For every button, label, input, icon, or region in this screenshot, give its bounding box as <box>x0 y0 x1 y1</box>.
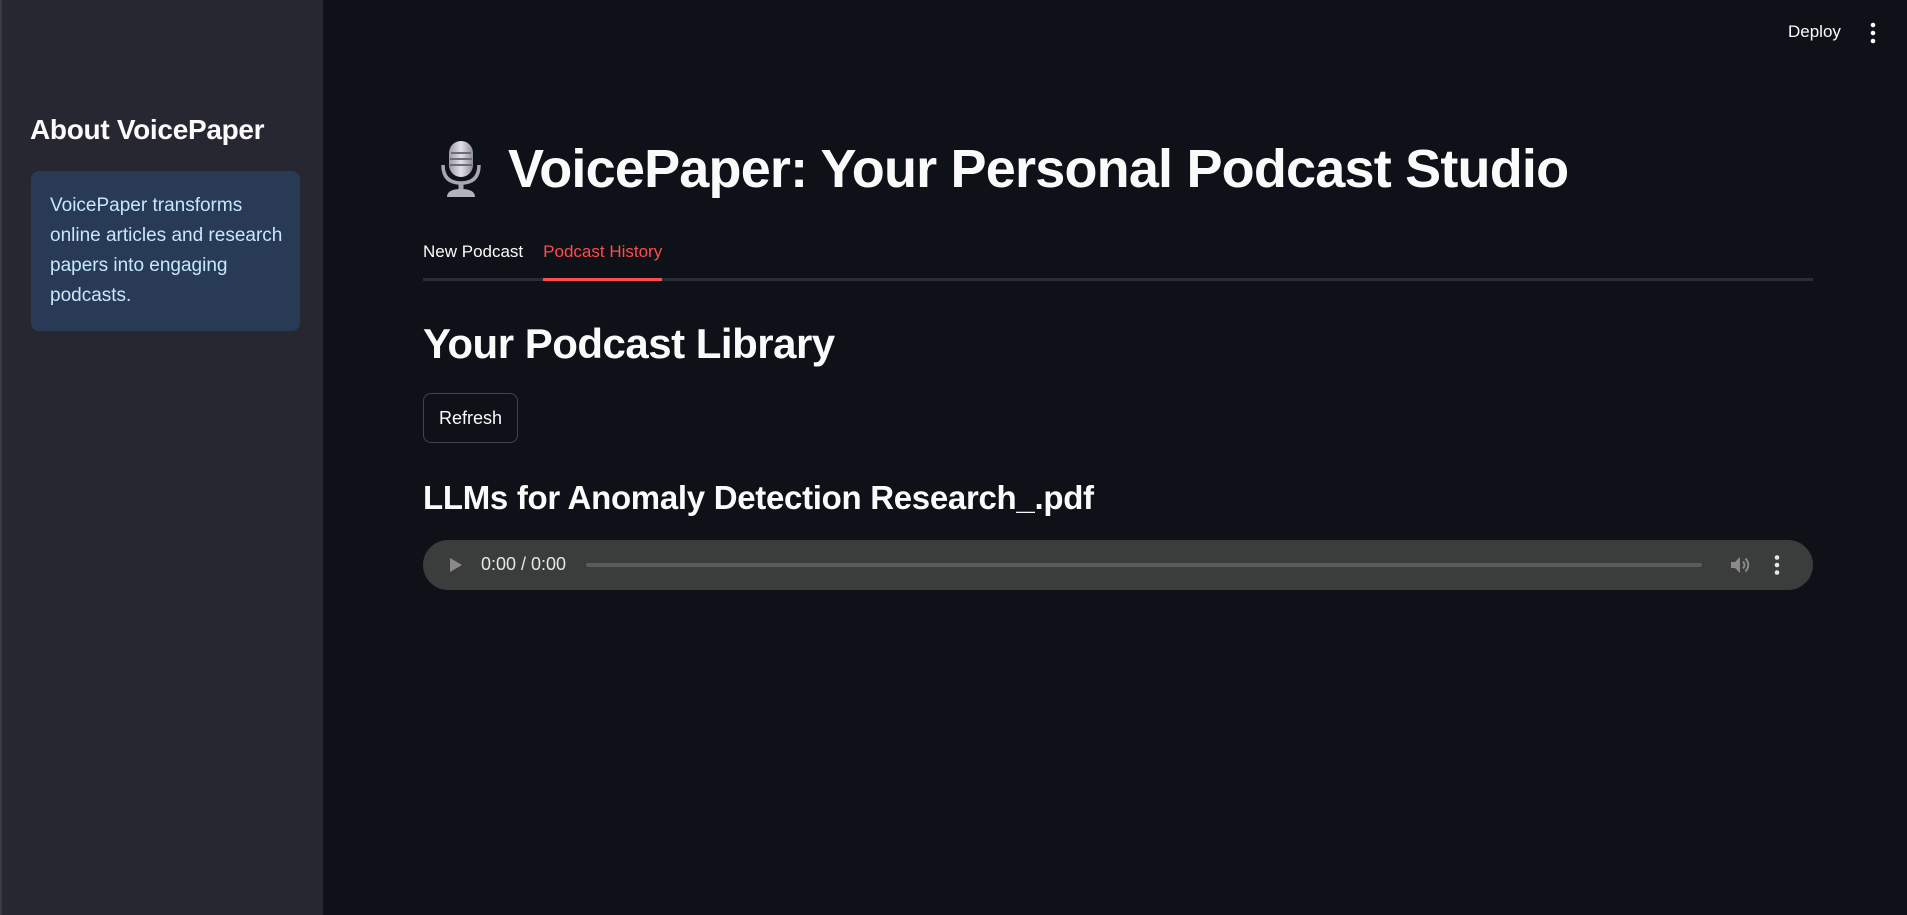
refresh-button[interactable]: Refresh <box>423 393 518 443</box>
sidebar: About VoicePaper VoicePaper transforms o… <box>0 0 323 915</box>
podcast-file-title: LLMs for Anomaly Detection Research_.pdf <box>423 479 1094 516</box>
info-box: VoicePaper transforms online articles an… <box>31 171 300 331</box>
audio-time-display: 0:00 / 0:00 <box>481 554 567 574</box>
main-content: VoicePaper: Your Personal Podcast Studio… <box>423 0 1813 915</box>
volume-icon[interactable] <box>1730 555 1752 575</box>
section-title: Your Podcast Library <box>423 320 835 367</box>
tab-new-podcast[interactable]: New Podcast <box>423 240 543 278</box>
tab-podcast-history[interactable]: Podcast History <box>543 240 663 281</box>
tab-bar: New Podcast Podcast History <box>423 240 1813 281</box>
page-title: VoicePaper: Your Personal Podcast Studio <box>508 139 1569 199</box>
audio-progress-slider[interactable] <box>586 563 1702 567</box>
play-icon[interactable] <box>449 557 463 573</box>
audio-player: 0:00 / 0:00 <box>423 540 1813 590</box>
vertical-ellipsis-icon[interactable] <box>1866 21 1880 45</box>
sidebar-title: About VoicePaper <box>30 114 265 145</box>
player-options-icon[interactable] <box>1773 554 1781 576</box>
page-header: VoicePaper: Your Personal Podcast Studio <box>439 138 1569 200</box>
info-box-text: VoicePaper transforms online articles an… <box>50 195 283 306</box>
microphone-icon <box>439 139 483 199</box>
app-root: About VoicePaper VoicePaper transforms o… <box>0 0 1907 915</box>
